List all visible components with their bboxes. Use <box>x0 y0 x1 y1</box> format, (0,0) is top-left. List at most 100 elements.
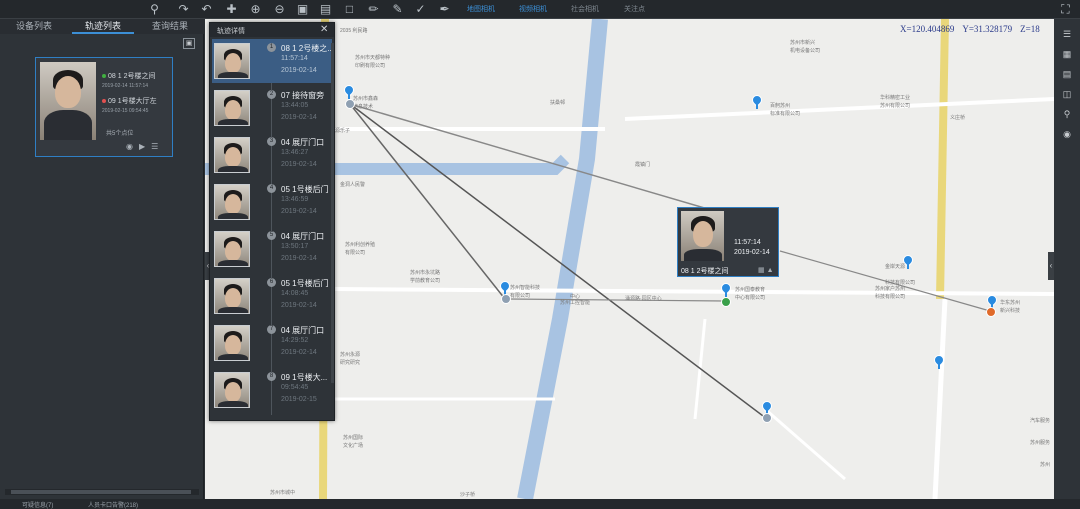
detail-header: 轨迹详情 ✕ <box>210 23 334 37</box>
split-icon[interactable]: ◫ <box>1060 87 1074 101</box>
detail-item[interactable]: 4 05 1号楼后门 13:46:59 2019-02-14 <box>212 180 332 224</box>
item-number: 7 <box>267 325 276 334</box>
item-date: 2019-02-14 <box>281 114 317 121</box>
item-thumbnail <box>214 278 250 314</box>
zoom-in-icon[interactable]: ⊕ <box>248 2 263 17</box>
app-window: ⚲ ↷ ↶ ✚ ⊕ ⊖ ▣ ▤ □ ✏ ✎ ✓ ✒ 地图相机 视频相机 社会相机… <box>0 0 1080 509</box>
detail-item[interactable]: 5 04 展厅门口 13:50:17 2019-02-14 <box>212 227 332 271</box>
eye-icon[interactable]: ◉ <box>126 142 139 151</box>
tab-track-list[interactable]: 轨迹列表 <box>72 19 134 34</box>
map-icon[interactable]: ▤ <box>1060 67 1074 81</box>
detail-item[interactable]: 3 04 展厅门口 13:46:27 2019-02-14 <box>212 133 332 177</box>
detail-item[interactable]: 7 04 展厅门口 14:29:52 2019-02-14 <box>212 321 332 365</box>
map-label: 机电设备公司 <box>790 48 821 54</box>
camera-pin[interactable] <box>900 252 916 269</box>
item-date: 2019-02-14 <box>281 255 317 262</box>
redo-icon[interactable]: ↷ <box>176 2 191 17</box>
detail-item[interactable]: 6 05 1号楼后门 14:08:45 2019-02-14 <box>212 274 332 318</box>
toolbar-link-map-camera[interactable]: 地图相机 <box>467 4 495 14</box>
map-label: 金洞人民警 <box>340 182 366 188</box>
status-alerts[interactable]: 人员卡口告警(218) <box>88 500 138 509</box>
camera-pin[interactable] <box>497 278 513 295</box>
track-end-location: 09 1号楼大厅左 <box>102 96 157 106</box>
detail-item[interactable]: 2 07 接待窗旁 13:44:05 2019-02-14 <box>212 86 332 130</box>
map-label: 苏州国际 <box>343 435 364 441</box>
track-point[interactable] <box>762 413 772 423</box>
item-location: 05 1号楼后门 <box>281 279 329 288</box>
detail-item[interactable]: 8 09 1号楼大... 09:54:45 2019-02-15 <box>212 368 332 412</box>
save-icon[interactable]: ▣ <box>183 38 195 49</box>
map-label: 汽车服务 <box>1030 418 1051 424</box>
locate-icon[interactable]: ◉ <box>1060 127 1074 141</box>
magnify-icon[interactable]: ⚲ <box>1060 107 1074 121</box>
item-date: 2019-02-14 <box>281 302 317 309</box>
coordinate-readout: X=120.404869 Y=31.328179 Z=18 <box>900 24 1048 34</box>
popup-location: 08 1 2号楼之间 <box>681 268 729 275</box>
list-icon[interactable]: ☰ <box>151 142 164 151</box>
status-bar: 可疑信息(7) 人员卡口告警(218) <box>0 499 1080 509</box>
camera-pin[interactable] <box>718 280 734 297</box>
play-icon[interactable]: ▶ <box>139 142 151 151</box>
track-point[interactable] <box>345 99 355 109</box>
map-label: 有限公司 <box>345 250 366 256</box>
track-start-location: 08 1 2号楼之间 <box>102 71 155 81</box>
toolbar-link-video-camera[interactable]: 视频相机 <box>519 4 547 14</box>
layers-icon[interactable]: ☰ <box>1060 27 1074 41</box>
detail-item[interactable]: 1 08 1 2号楼之... 11:57:14 2019-02-14 <box>212 39 334 83</box>
map-label: 苏州 <box>1040 462 1051 468</box>
pencil-icon[interactable]: ✒ <box>437 2 452 17</box>
left-scrollbar[interactable] <box>5 489 199 495</box>
track-card[interactable]: 08 1 2号楼之间 2019-02-14 11:57:14 09 1号楼大厅左… <box>35 57 173 157</box>
pan-icon[interactable]: ✚ <box>224 2 239 17</box>
toolbar-link-focus-point[interactable]: 关注点 <box>624 4 645 14</box>
left-tabs: 设备列表 轨迹列表 查询结果 <box>0 19 204 34</box>
route-lines <box>349 103 991 420</box>
collapse-icon[interactable]: ▲ <box>767 267 774 274</box>
item-number: 8 <box>267 372 276 381</box>
image-icon[interactable]: ▣ <box>295 2 310 17</box>
tab-query-results[interactable]: 查询结果 <box>142 19 198 34</box>
fullscreen-icon[interactable]: ⛶ <box>1058 2 1073 17</box>
close-icon[interactable]: ✕ <box>320 24 328 35</box>
item-time: 11:57:14 <box>281 55 308 62</box>
right-toolbar: ☰ ▦ ▤ ◫ ⚲ ◉ <box>1054 19 1080 499</box>
coord-x: X=120.404869 <box>900 24 955 34</box>
map-label: 华东苏州 <box>1000 300 1021 306</box>
camera-pin[interactable] <box>749 92 765 109</box>
track-point[interactable] <box>501 294 511 304</box>
map-label: 沙子桥 <box>460 492 476 498</box>
export-icon[interactable]: ▤ <box>318 2 333 17</box>
map-label: 苏州市新兴 <box>790 40 816 46</box>
item-location: 09 1号楼大... <box>281 373 328 382</box>
map-label: 学前教育公司 <box>410 278 441 284</box>
zoom-out-icon[interactable]: ⊖ <box>272 2 287 17</box>
crop-icon[interactable]: □ <box>342 2 357 17</box>
track-point-end[interactable] <box>986 307 996 317</box>
item-time: 13:46:59 <box>281 196 309 203</box>
ruler-icon[interactable]: ✏ <box>366 2 381 17</box>
scrollbar-thumb[interactable] <box>11 490 191 494</box>
item-time: 13:50:17 <box>281 243 309 250</box>
status-suspicious[interactable]: 可疑信息(7) <box>22 500 53 509</box>
edit-icon[interactable]: ✎ <box>390 2 405 17</box>
map-label: 印刷有限公司 <box>355 63 386 69</box>
camera-pin[interactable] <box>341 82 357 99</box>
camera-pin[interactable] <box>931 352 947 369</box>
item-number: 4 <box>267 184 276 193</box>
map-label: 中心 <box>570 294 581 300</box>
grid-icon[interactable]: ▦ <box>1060 47 1074 61</box>
track-popup[interactable]: 11:57:14 2019-02-14 08 1 2号楼之间 ▦ ▲ <box>677 207 779 277</box>
map-label: 新兴科技 <box>1000 308 1021 314</box>
tab-device-list[interactable]: 设备列表 <box>6 19 62 34</box>
item-location: 08 1 2号楼之... <box>281 44 334 53</box>
track-point-start[interactable] <box>721 297 731 307</box>
brush-icon[interactable]: ✓ <box>413 2 428 17</box>
search-icon[interactable]: ⚲ <box>147 2 162 17</box>
undo-icon[interactable]: ↶ <box>199 2 214 17</box>
toolbar-link-social-camera[interactable]: 社会相机 <box>571 4 599 14</box>
detail-scrollbar[interactable] <box>331 43 334 383</box>
map-label: 苏州利创养殖 <box>345 242 376 248</box>
popup-time: 11:57:14 <box>734 239 761 246</box>
expand-icon[interactable]: ▦ <box>758 267 765 274</box>
map-label: 义庄桥 <box>950 115 966 121</box>
